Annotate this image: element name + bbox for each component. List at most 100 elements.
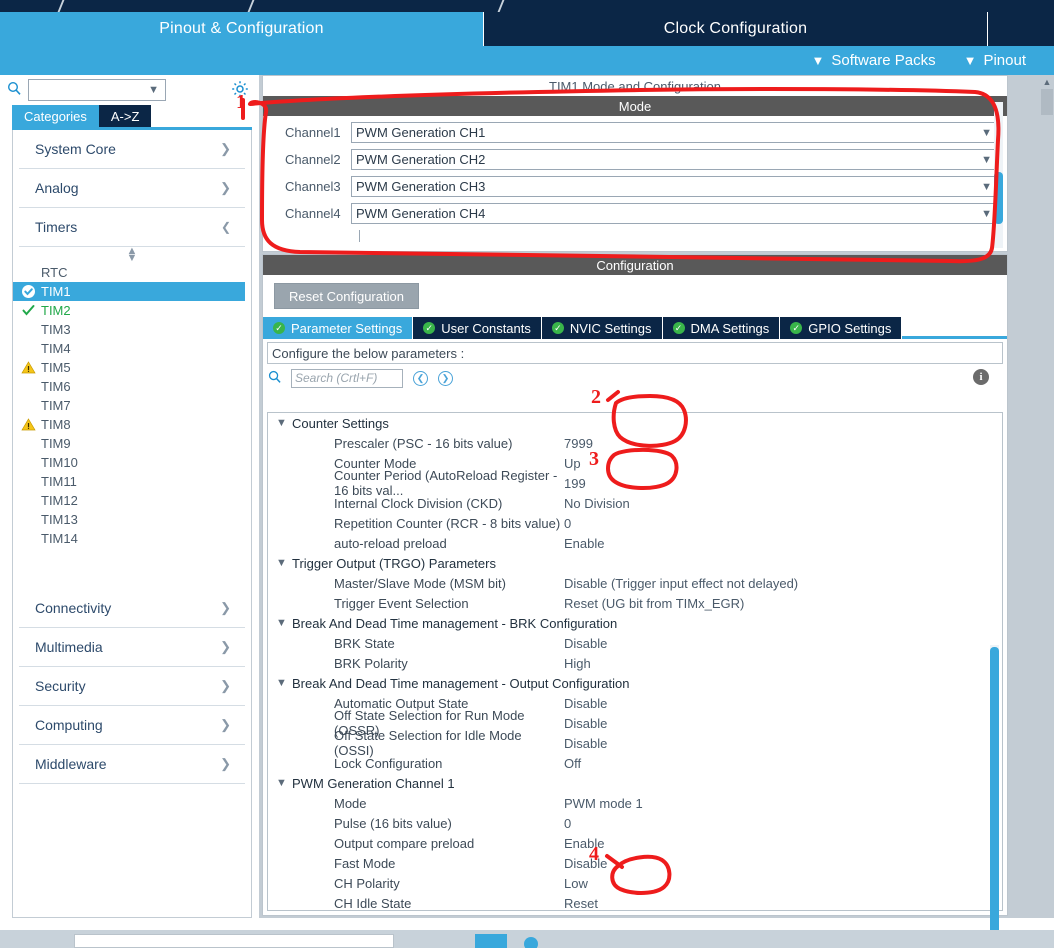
tab-gpio-settings[interactable]: ✓ GPIO Settings [780, 317, 903, 339]
timer-label: TIM7 [41, 398, 71, 413]
tab-categories[interactable]: Categories [12, 105, 99, 127]
mode-row-channel3: Channel3 PWM Generation CH3 ▼ [263, 176, 1007, 197]
table-row[interactable]: auto-reload preload Enable [268, 533, 1002, 553]
table-row[interactable]: Internal Clock Division (CKD) No Divisio… [268, 493, 1002, 513]
table-row[interactable]: BRK State Disable [268, 633, 1002, 653]
timer-list-scroll-handle[interactable]: ▲ ▼ [13, 246, 251, 264]
table-row[interactable]: Lock Configuration Off [268, 753, 1002, 773]
mode-scrollbar-thumb[interactable] [994, 172, 1003, 224]
tab-clock-configuration[interactable]: Clock Configuration [484, 12, 988, 46]
tab-parameter-settings[interactable]: ✓ Parameter Settings [263, 317, 414, 339]
channel3-select[interactable]: PWM Generation CH3 ▼ [351, 176, 999, 197]
param-group-brk[interactable]: ▼ Break And Dead Time management - BRK C… [268, 613, 1002, 633]
list-item[interactable]: TIM9 [13, 434, 251, 453]
tab-dma-settings[interactable]: ✓ DMA Settings [662, 317, 781, 339]
table-row[interactable]: Counter Period (AutoReload Register - 16… [268, 468, 1002, 498]
tab-nvic-settings[interactable]: ✓ NVIC Settings [541, 317, 663, 339]
chevron-right-circle-icon[interactable]: ❯ [438, 370, 453, 386]
sidebar-item-tim8[interactable]: TIM8 [13, 415, 251, 434]
param-group-output-configuration[interactable]: ▼ Break And Dead Time management - Outpu… [268, 673, 1002, 693]
configuration-panel: Configuration Reset Configuration ✓ Para… [262, 254, 1008, 948]
list-item[interactable]: TIM12 [13, 491, 251, 510]
channel4-select[interactable]: PWM Generation CH4 ▼ [351, 203, 999, 224]
list-item[interactable]: TIM7 [13, 396, 251, 415]
table-row[interactable]: Pulse (16 bits value) 0 [268, 813, 1002, 833]
tab-a-to-z[interactable]: A->Z [98, 105, 152, 127]
sidebar-group-computing[interactable]: Computing ❯ [19, 706, 245, 745]
table-row[interactable]: Trigger Event Selection Reset (UG bit fr… [268, 593, 1002, 613]
table-row[interactable]: BRK Polarity High [268, 653, 1002, 673]
channel2-select[interactable]: PWM Generation CH2 ▼ [351, 149, 999, 170]
chevron-right-icon: ❯ [220, 639, 231, 654]
software-packs-menu[interactable]: ▼ Software Packs [811, 52, 935, 69]
reset-configuration-button[interactable]: Reset Configuration [274, 283, 419, 309]
status-bar-indicator [524, 937, 538, 948]
table-row[interactable]: Master/Slave Mode (MSM bit) Disable (Tri… [268, 573, 1002, 593]
chevron-down-icon: ▼ [276, 557, 287, 569]
warning-icon [21, 360, 36, 375]
list-item[interactable]: TIM6 [13, 377, 251, 396]
component-search-input[interactable]: ▼ [28, 79, 166, 101]
table-row[interactable]: Mode PWM mode 1 [268, 793, 1002, 813]
search-input[interactable]: Search (Crtl+F) [291, 368, 403, 388]
channel2-label: Channel2 [285, 152, 341, 167]
list-item[interactable]: TIM4 [13, 339, 251, 358]
table-row[interactable]: CH Idle State Reset [268, 893, 1002, 911]
pinout-menu[interactable]: ▼ Pinout [964, 52, 1026, 69]
table-row[interactable]: Fast Mode Disable [268, 853, 1002, 873]
tab-dma-settings-label: DMA Settings [690, 320, 770, 336]
gear-icon[interactable] [230, 79, 250, 99]
sidebar-group-connectivity[interactable]: Connectivity ❯ [19, 589, 245, 628]
table-row[interactable]: Output compare preload Enable [268, 833, 1002, 853]
list-item[interactable]: TIM13 [13, 510, 251, 529]
sidebar-item-tim1[interactable]: TIM1 [13, 282, 245, 301]
param-group-trgo[interactable]: ▼ Trigger Output (TRGO) Parameters [268, 553, 1002, 573]
list-item[interactable]: TIM10 [13, 453, 251, 472]
check-circle-icon: ✓ [551, 322, 564, 334]
tab-a-to-z-label: A->Z [110, 108, 140, 124]
sidebar-group-system-core[interactable]: System Core ❯ [19, 130, 245, 169]
param-group-counter-settings[interactable]: ▼ Counter Settings [268, 413, 1002, 433]
list-item[interactable]: TIM14 [13, 529, 251, 548]
mode-row-channel2: Channel2 PWM Generation CH2 ▼ [263, 149, 1007, 170]
channel1-select[interactable]: PWM Generation CH1 ▼ [351, 122, 999, 143]
param-group-pwm-channel-1[interactable]: ▼ PWM Generation Channel 1 [268, 773, 1002, 793]
tab-user-constants[interactable]: ✓ User Constants [413, 317, 542, 339]
param-name: Prescaler (PSC - 16 bits value) [334, 435, 513, 451]
tab-user-constants-label: User Constants [441, 320, 531, 336]
chevron-right-icon: ❯ [220, 717, 231, 732]
sidebar-item-tim5[interactable]: TIM5 [13, 358, 251, 377]
sidebar-item-tim2[interactable]: TIM2 [13, 301, 251, 320]
table-row[interactable]: CH Polarity Low [268, 873, 1002, 893]
window-scrollbar-track[interactable]: ▲ ▶ [1040, 75, 1054, 918]
chevron-right-icon: ❯ [220, 141, 231, 156]
timer-label: TIM1 [41, 284, 71, 299]
list-item[interactable]: TIM11 [13, 472, 251, 491]
chevron-left-circle-icon[interactable]: ❮ [413, 370, 428, 386]
search-icon [0, 81, 28, 99]
list-item[interactable]: TIM3 [13, 320, 251, 339]
list-item[interactable]: RTC [13, 263, 251, 282]
mode-row-clipped-select[interactable] [359, 230, 999, 242]
mode-row-channel1: Channel1 PWM Generation CH1 ▼ [263, 122, 1007, 143]
chevron-right-icon: ❯ [220, 600, 231, 615]
sidebar-group-multimedia[interactable]: Multimedia ❯ [19, 628, 245, 667]
sidebar-group-middleware[interactable]: Middleware ❯ [19, 745, 245, 784]
table-row[interactable]: Repetition Counter (RCR - 8 bits value) … [268, 513, 1002, 533]
parameter-scrollbar-thumb[interactable] [990, 647, 999, 943]
table-row[interactable]: Prescaler (PSC - 16 bits value) 7999 [268, 433, 1002, 453]
sidebar-group-security[interactable]: Security ❯ [19, 667, 245, 706]
info-icon[interactable]: i [973, 369, 989, 385]
window-scrollbar-thumb[interactable] [1041, 89, 1053, 115]
sidebar-group-timers[interactable]: Timers ❮ [19, 208, 245, 247]
sidebar-group-middleware-label: Middleware [35, 756, 107, 772]
sidebar-group-analog[interactable]: Analog ❯ [19, 169, 245, 208]
table-row[interactable]: Off State Selection for Idle Mode (OSSI)… [268, 728, 1002, 758]
pinout-label: Pinout [983, 52, 1026, 69]
timer-label: TIM8 [41, 417, 71, 432]
channel1-label: Channel1 [285, 125, 341, 140]
tab-overflow[interactable] [988, 12, 1054, 46]
timer-list-spacer [13, 548, 251, 589]
tab-pinout-configuration[interactable]: Pinout & Configuration [0, 12, 484, 46]
channel4-label: Channel4 [285, 206, 341, 221]
